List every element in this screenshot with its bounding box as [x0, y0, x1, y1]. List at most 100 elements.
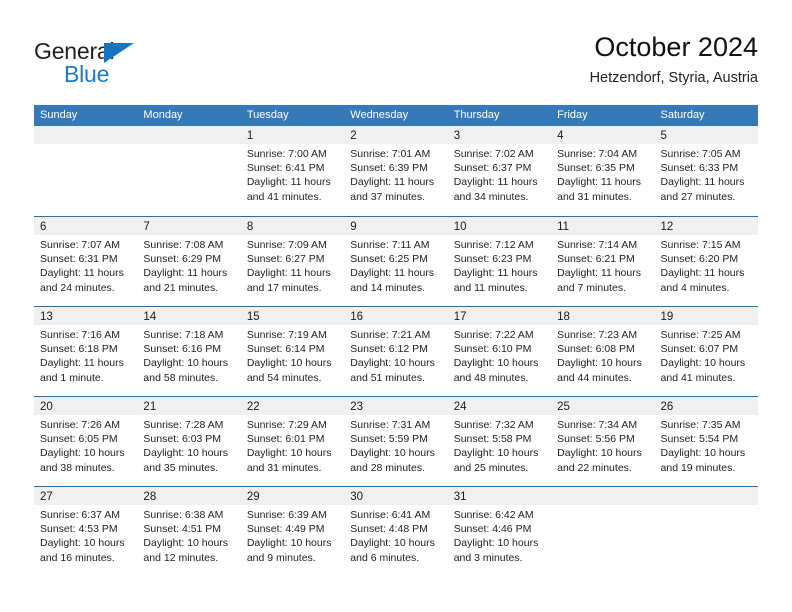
daylight-text-line2: and 14 minutes.	[350, 281, 425, 294]
daylight-text-line1: Daylight: 10 hours	[557, 357, 642, 370]
sunrise-text: Sunrise: 7:25 AM	[660, 329, 741, 341]
calendar-day-cell[interactable]: 27 Sunrise: 6:37 AM Sunset: 4:53 PM Dayligh…	[34, 487, 138, 576]
sunset-text: Sunset: 6:08 PM	[557, 343, 635, 356]
daylight-text-line1: Daylight: 10 hours	[453, 447, 539, 460]
calendar-day-cell[interactable]: 15 Sunrise: 7:19 AM Sunset: 6:14 PM Dayligh…	[240, 307, 345, 396]
calendar-day-cell[interactable]: 10 Sunrise: 7:12 AM Sunset: 6:23 PM Dayligh…	[447, 217, 552, 306]
sunset-text: Sunset: 6:41 PM	[246, 162, 325, 175]
sunset-text: Sunset: 6:16 PM	[143, 343, 222, 356]
sunset-text: Sunset: 6:33 PM	[660, 162, 739, 175]
calendar-week-row: 20 Sunrise: 7:26 AM Sunset: 6:05 PM Dayligh…	[34, 396, 758, 486]
calendar-day-cell[interactable]: 17 Sunrise: 7:22 AM Sunset: 6:10 PM Dayligh…	[447, 307, 552, 396]
calendar-day-cell[interactable]: 11 Sunrise: 7:14 AM Sunset: 6:21 PM Dayligh…	[551, 217, 655, 306]
sunrise-text: Sunrise: 6:38 AM	[143, 509, 224, 521]
calendar-day-cell-empty	[654, 487, 758, 576]
calendar-day-cell[interactable]: 26 Sunrise: 7:35 AM Sunset: 5:54 PM Dayligh…	[654, 397, 758, 486]
calendar-day-cell[interactable]: 31 Sunrise: 6:42 AM Sunset: 4:46 PM Dayligh…	[447, 487, 552, 576]
day-sun-info: Sunrise: 6:42 AM Sunset: 4:46 PM Daylight:…	[448, 505, 551, 565]
daylight-text-line2: and 12 minutes.	[143, 551, 219, 564]
day-sun-info	[655, 505, 758, 508]
calendar-day-cell[interactable]: 8 Sunrise: 7:09 AM Sunset: 6:27 PM Daylight…	[240, 217, 345, 306]
daylight-text-line1: Daylight: 11 hours	[350, 176, 435, 189]
daylight-text-line1: Daylight: 10 hours	[660, 357, 746, 370]
day-sun-info	[551, 505, 654, 508]
day-number-band	[34, 126, 138, 144]
day-number-band: 2	[344, 126, 448, 144]
calendar-day-cell[interactable]: 13 Sunrise: 7:16 AM Sunset: 6:18 PM Dayligh…	[34, 307, 138, 396]
sunset-text: Sunset: 6:14 PM	[246, 343, 325, 356]
calendar-day-cell[interactable]: 9 Sunrise: 7:11 AM Sunset: 6:25 PM Daylight…	[344, 217, 448, 306]
calendar-day-cell[interactable]: 30 Sunrise: 6:41 AM Sunset: 4:48 PM Dayligh…	[344, 487, 448, 576]
calendar-day-cell[interactable]: 4 Sunrise: 7:04 AM Sunset: 6:35 PM Daylight…	[551, 126, 655, 216]
day-sun-info: Sunrise: 7:19 AM Sunset: 6:14 PM Daylight:…	[241, 325, 344, 385]
daylight-text-line1: Daylight: 10 hours	[246, 537, 332, 550]
day-number-band: 8	[240, 217, 345, 235]
day-number-band: 3	[447, 126, 552, 144]
sunrise-text: Sunrise: 7:00 AM	[246, 148, 327, 160]
day-sun-info: Sunrise: 7:23 AM Sunset: 6:08 PM Daylight:…	[551, 325, 654, 385]
day-sun-info: Sunrise: 7:15 AM Sunset: 6:20 PM Daylight:…	[655, 235, 758, 295]
calendar-day-cell[interactable]: 25 Sunrise: 7:34 AM Sunset: 5:56 PM Dayligh…	[551, 397, 655, 486]
sunset-text: Sunset: 4:51 PM	[143, 523, 222, 536]
daylight-text-line1: Daylight: 10 hours	[143, 537, 229, 550]
sunrise-text: Sunrise: 6:37 AM	[40, 509, 120, 521]
daylight-text-line1: Daylight: 11 hours	[453, 176, 538, 189]
daylight-text-line2: and 35 minutes.	[143, 461, 219, 474]
calendar-day-cell[interactable]: 5 Sunrise: 7:05 AM Sunset: 6:33 PM Daylight…	[654, 126, 758, 216]
day-number-band: 14	[137, 307, 241, 325]
calendar-day-cell[interactable]: 21 Sunrise: 7:28 AM Sunset: 6:03 PM Dayligh…	[137, 397, 241, 486]
sunset-text: Sunset: 6:25 PM	[350, 253, 428, 266]
sunrise-text: Sunrise: 7:35 AM	[660, 419, 741, 431]
calendar-day-cell[interactable]: 16 Sunrise: 7:21 AM Sunset: 6:12 PM Dayligh…	[344, 307, 448, 396]
daylight-text-line2: and 11 minutes.	[453, 281, 528, 294]
calendar-day-cell[interactable]: 14 Sunrise: 7:18 AM Sunset: 6:16 PM Dayligh…	[137, 307, 241, 396]
day-number-band: 4	[551, 126, 655, 144]
sunrise-text: Sunrise: 7:05 AM	[660, 148, 741, 160]
title-block: October 2024 Hetzendorf, Styria, Austria	[590, 30, 758, 89]
sunset-text: Sunset: 6:03 PM	[143, 433, 222, 446]
calendar-day-cell[interactable]: 12 Sunrise: 7:15 AM Sunset: 6:20 PM Dayligh…	[654, 217, 758, 306]
calendar-day-cell[interactable]: 6 Sunrise: 7:07 AM Sunset: 6:31 PM Daylight…	[34, 217, 138, 306]
day-sun-info: Sunrise: 7:05 AM Sunset: 6:33 PM Daylight:…	[655, 144, 758, 204]
weekday-header-sunday: Sunday	[40, 109, 78, 121]
sunrise-text: Sunrise: 7:11 AM	[350, 239, 430, 251]
day-number-band: 24	[447, 397, 552, 415]
sunrise-text: Sunrise: 7:26 AM	[40, 419, 120, 431]
day-sun-info: Sunrise: 7:00 AM Sunset: 6:41 PM Daylight:…	[241, 144, 344, 204]
day-sun-info: Sunrise: 6:39 AM Sunset: 4:49 PM Daylight:…	[241, 505, 344, 565]
calendar-day-cell[interactable]: 23 Sunrise: 7:31 AM Sunset: 5:59 PM Dayligh…	[344, 397, 448, 486]
calendar-day-cell[interactable]: 1 Sunrise: 7:00 AM Sunset: 6:41 PM Daylight…	[240, 126, 345, 216]
day-sun-info: Sunrise: 7:16 AM Sunset: 6:18 PM Daylight:…	[34, 325, 137, 385]
day-number: 18	[557, 311, 570, 323]
sunrise-text: Sunrise: 7:28 AM	[143, 419, 224, 431]
day-sun-info: Sunrise: 7:29 AM Sunset: 6:01 PM Daylight:…	[241, 415, 344, 475]
calendar-day-cell[interactable]: 24 Sunrise: 7:32 AM Sunset: 5:58 PM Dayligh…	[447, 397, 552, 486]
sunset-text: Sunset: 4:53 PM	[40, 523, 118, 536]
sunrise-text: Sunrise: 7:14 AM	[557, 239, 638, 251]
day-number: 19	[660, 311, 674, 323]
calendar-day-cell[interactable]: 7 Sunrise: 7:08 AM Sunset: 6:29 PM Daylight…	[137, 217, 241, 306]
daylight-text-line2: and 58 minutes.	[143, 371, 219, 384]
day-number: 5	[660, 130, 667, 142]
day-number-band: 11	[551, 217, 655, 235]
sunset-text: Sunset: 6:12 PM	[350, 343, 428, 356]
day-number-band: 20	[34, 397, 138, 415]
sunrise-text: Sunrise: 7:07 AM	[40, 239, 120, 251]
brand-logo[interactable]: General Blue	[34, 38, 264, 96]
day-number-band	[551, 487, 655, 505]
day-sun-info: Sunrise: 7:22 AM Sunset: 6:10 PM Daylight:…	[448, 325, 551, 385]
day-number: 11	[557, 221, 570, 233]
sunrise-text: Sunrise: 7:01 AM	[350, 148, 431, 160]
day-sun-info: Sunrise: 7:11 AM Sunset: 6:25 PM Daylight:…	[344, 235, 447, 295]
calendar-day-cell[interactable]: 18 Sunrise: 7:23 AM Sunset: 6:08 PM Dayligh…	[551, 307, 655, 396]
calendar-day-cell[interactable]: 22 Sunrise: 7:29 AM Sunset: 6:01 PM Dayligh…	[240, 397, 345, 486]
calendar-day-cell-empty	[34, 126, 138, 216]
day-number-band	[654, 487, 758, 505]
day-sun-info: Sunrise: 7:35 AM Sunset: 5:54 PM Daylight:…	[655, 415, 758, 475]
calendar-day-cell[interactable]: 29 Sunrise: 6:39 AM Sunset: 4:49 PM Dayligh…	[240, 487, 345, 576]
calendar-day-cell[interactable]: 19 Sunrise: 7:25 AM Sunset: 6:07 PM Dayligh…	[654, 307, 758, 396]
calendar-day-cell[interactable]: 3 Sunrise: 7:02 AM Sunset: 6:37 PM Daylight…	[447, 126, 552, 216]
calendar-day-cell[interactable]: 28 Sunrise: 6:38 AM Sunset: 4:51 PM Dayligh…	[137, 487, 241, 576]
calendar-day-cell[interactable]: 20 Sunrise: 7:26 AM Sunset: 6:05 PM Dayligh…	[34, 397, 138, 486]
calendar-day-cell[interactable]: 2 Sunrise: 7:01 AM Sunset: 6:39 PM Daylight…	[344, 126, 448, 216]
